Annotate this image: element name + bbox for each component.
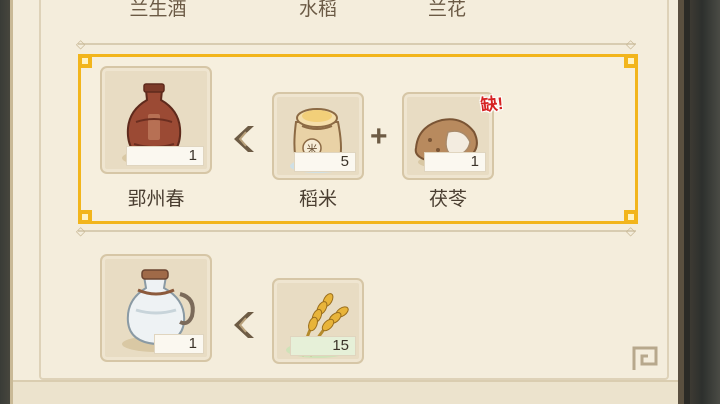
panel-bottom-strip [13, 380, 678, 404]
ingredient-count-rice: 5 [294, 152, 356, 172]
plus-icon: + [370, 120, 388, 153]
background-world-right [690, 0, 720, 404]
chevron-left-icon [234, 126, 254, 152]
item-name-shuidao: 水稻 [298, 0, 337, 20]
item-name-lanhua: 兰花 [427, 0, 466, 20]
ingredient-slot-rice-stalk[interactable]: 15 [272, 278, 364, 364]
item-name-lanshengjiu: 兰生酒 [129, 0, 187, 20]
ingredient-slot-rice[interactable]: 米 5 [272, 92, 364, 180]
missing-badge: 缺! [479, 93, 505, 116]
chevron-left-icon [234, 312, 254, 338]
product-slot[interactable]: 1 [100, 66, 212, 174]
product-count: 1 [126, 146, 204, 166]
ingredient-name-rice: 稻米 [298, 189, 337, 210]
section-divider-2: ◇ ◇ [76, 224, 636, 238]
corner-ornament-icon [632, 346, 658, 370]
product-slot-2[interactable]: 1 [100, 254, 212, 362]
product-count-2: 1 [154, 334, 204, 354]
product-name: 郢州春 [127, 189, 185, 210]
ingredient-name-poria: 茯苓 [428, 189, 467, 210]
section-divider: ◇ ◇ [76, 37, 636, 51]
ingredient-count-rice-stalk: 15 [290, 336, 356, 356]
ingredient-count-poria: 1 [424, 152, 486, 172]
